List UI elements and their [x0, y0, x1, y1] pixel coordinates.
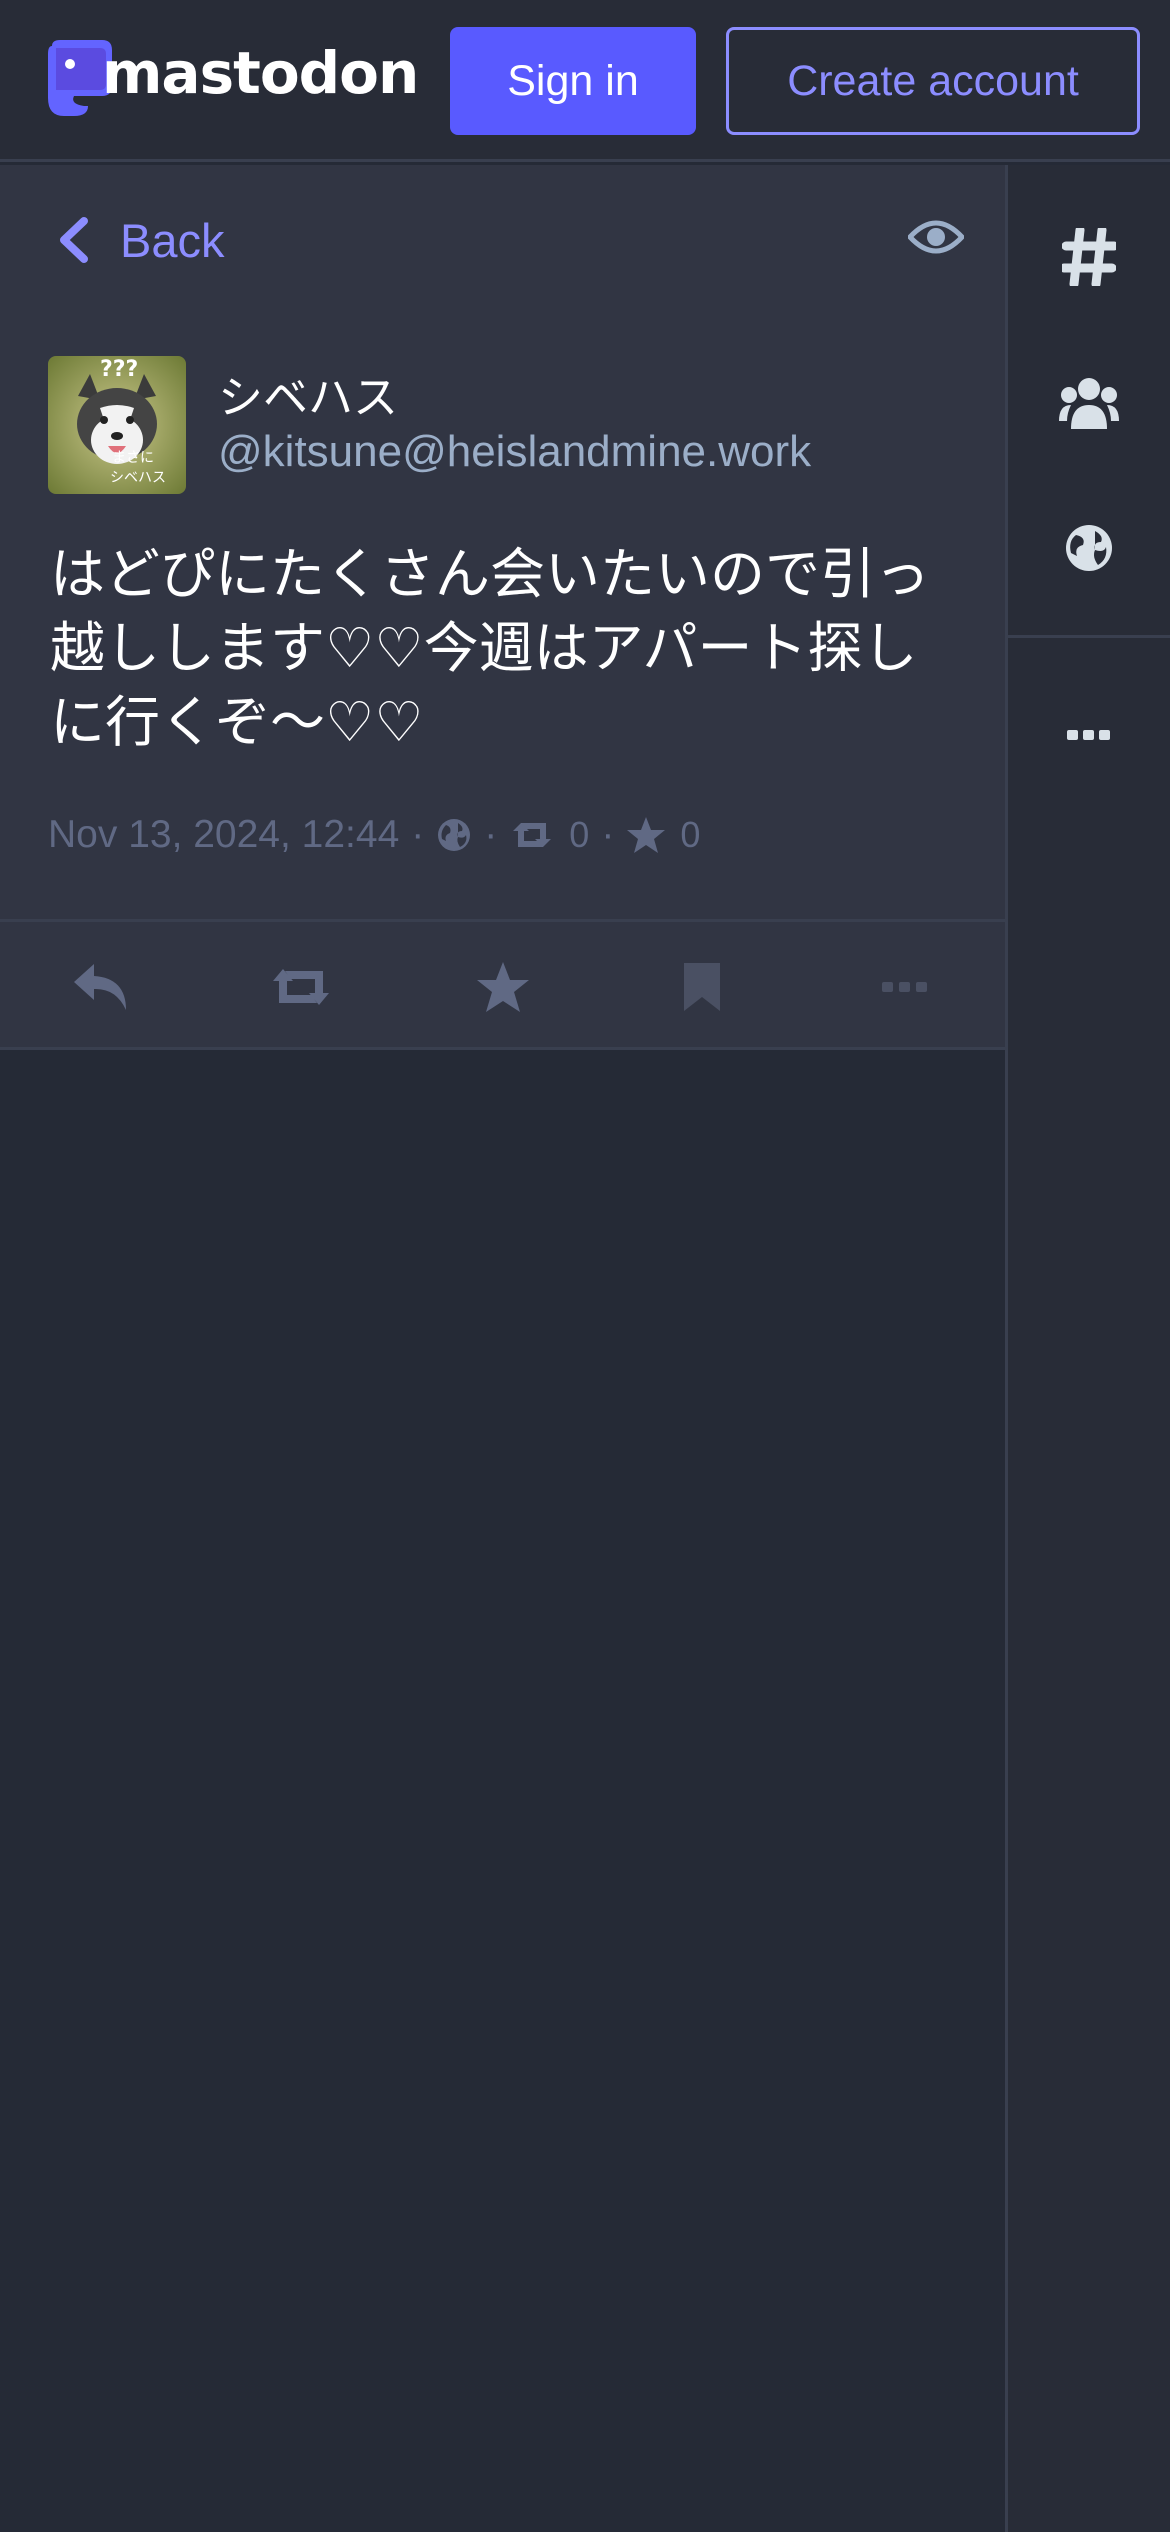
- star-icon: [477, 962, 529, 1012]
- boost-icon: [513, 823, 552, 847]
- bookmark-button[interactable]: [667, 952, 737, 1022]
- meta-separator: ·: [484, 813, 498, 856]
- sign-in-button[interactable]: Sign in: [450, 27, 696, 135]
- column-header: Back: [0, 165, 1005, 315]
- reblogs-count[interactable]: 0: [569, 814, 589, 856]
- boost-button[interactable]: [266, 952, 336, 1022]
- navigation-rail: [1005, 165, 1170, 2532]
- globe-icon: [1066, 525, 1112, 571]
- avatar[interactable]: ??? まさに シベハス: [48, 356, 186, 494]
- meta-separator: ·: [601, 813, 615, 856]
- account-handle[interactable]: @kitsune@heislandmine.work: [218, 427, 811, 477]
- meta-separator: ·: [411, 813, 425, 856]
- status-content: はどぴにたくさん会いたいので引っ越しします♡♡今週はアパート探しに行くぞ〜♡♡: [50, 542, 931, 754]
- reply-button[interactable]: [66, 952, 136, 1022]
- svg-text:???: ???: [100, 357, 138, 382]
- chevron-left-icon: [60, 217, 88, 263]
- display-name[interactable]: シベハス: [218, 361, 398, 426]
- status-meta: Nov 13, 2024, 12:44 · · 0 · 0: [48, 805, 700, 865]
- eye-icon[interactable]: [908, 217, 964, 257]
- star-icon: [627, 817, 666, 853]
- svg-text:まさに: まさに: [112, 450, 154, 466]
- back-button[interactable]: Back: [56, 205, 225, 275]
- ellipsis-icon: [1067, 730, 1110, 740]
- ellipsis-icon: [882, 982, 927, 992]
- logo-text: mastodon: [102, 39, 419, 107]
- globe-icon: [438, 819, 471, 851]
- reply-icon: [74, 964, 126, 1010]
- status-action-bar: [0, 919, 1005, 1050]
- hashtag-icon: [1062, 228, 1116, 286]
- husky-avatar-image: ??? まさに シベハス: [48, 356, 186, 494]
- people-icon: [1059, 378, 1119, 429]
- status-detail: Back ??? まさに シベハス シベハス @kitsune@heisland…: [0, 165, 1005, 1050]
- bookmark-icon: [684, 963, 720, 1011]
- back-label: Back: [120, 213, 225, 267]
- svg-text:シベハス: シベハス: [110, 470, 166, 486]
- more-button[interactable]: [870, 952, 940, 1022]
- favourite-button[interactable]: [468, 952, 538, 1022]
- favourites-count[interactable]: 0: [680, 814, 700, 856]
- mastodon-logo[interactable]: mastodon: [44, 39, 419, 118]
- rail-divider: [1008, 635, 1170, 638]
- federated-timeline-link[interactable]: [1008, 478, 1170, 618]
- main-column: Back ??? まさに シベハス シベハス @kitsune@heisland…: [0, 165, 1005, 2532]
- timestamp-link[interactable]: Nov 13, 2024, 12:44: [48, 813, 399, 857]
- local-timeline-link[interactable]: [1008, 332, 1170, 472]
- more-menu-button[interactable]: [1008, 665, 1170, 805]
- explore-hashtags-link[interactable]: [1008, 187, 1170, 327]
- boost-icon: [273, 969, 329, 1005]
- top-bar: mastodon Sign in Create account: [0, 0, 1170, 162]
- create-account-button[interactable]: Create account: [726, 27, 1140, 135]
